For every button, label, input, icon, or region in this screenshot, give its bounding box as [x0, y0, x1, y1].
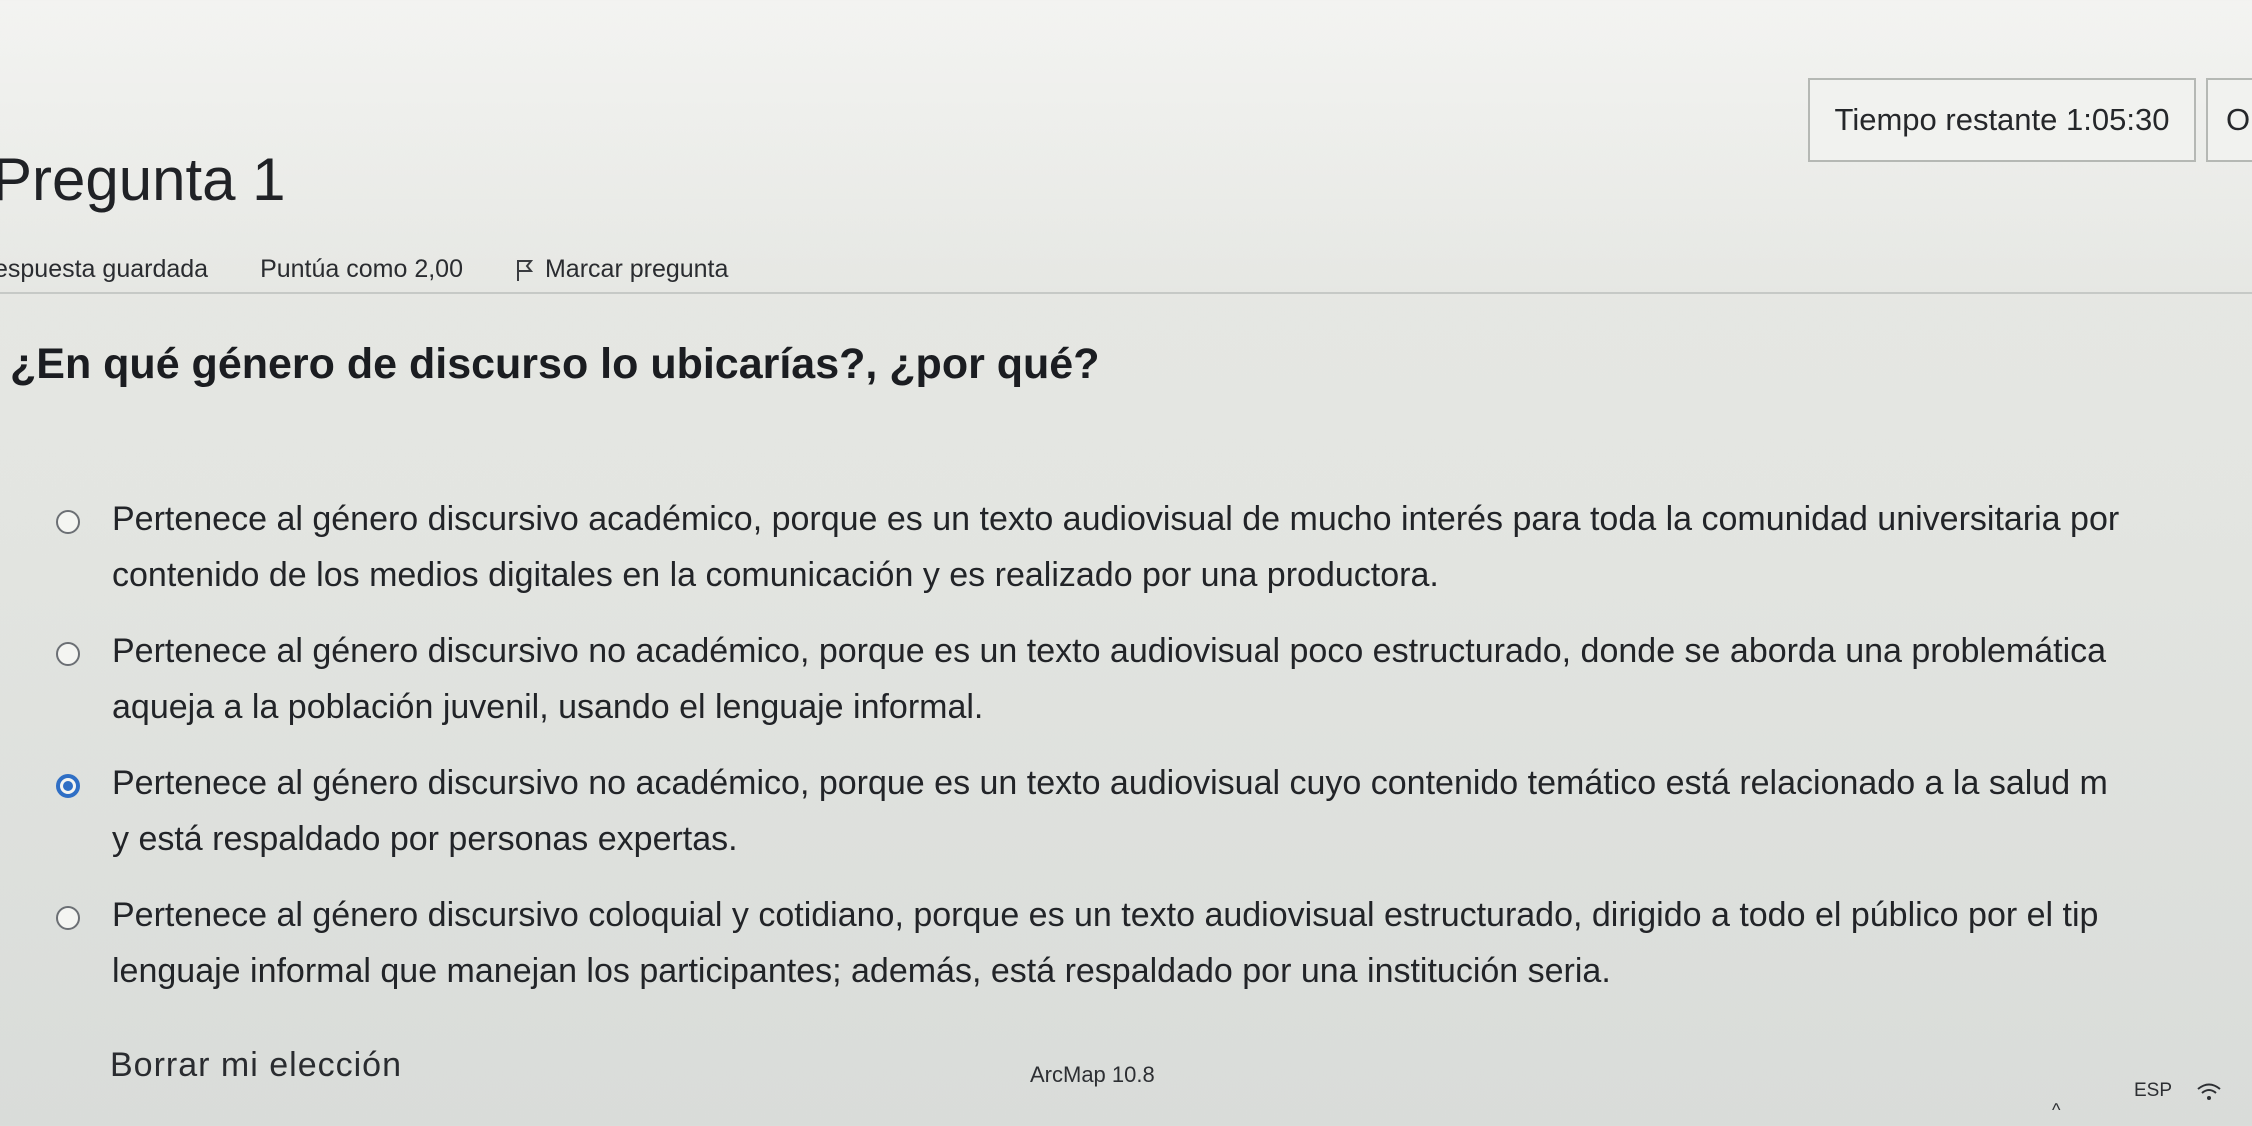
question-points: Puntúa como 2,00 [260, 255, 463, 283]
option-text-line: Pertenece al género discursivo no académ… [112, 632, 2107, 670]
timer-toggle-button[interactable]: O [2206, 78, 2252, 162]
option-text-line: Pertenece al género discursivo coloquial… [112, 896, 2099, 934]
chevron-up-icon[interactable]: ^ [2052, 1100, 2060, 1121]
flag-question-label: Marcar pregunta [544, 255, 729, 283]
question-prompt: ¿En qué género de discurso lo ubicarías?… [10, 340, 1100, 388]
answer-options: Pertenece al género discursivo académico… [56, 500, 2252, 1028]
answer-option[interactable]: Pertenece al género discursivo coloquial… [56, 896, 2252, 1028]
option-text-line: Pertenece al género discursivo académico… [112, 500, 2120, 538]
option-text-line: y está respaldado por personas expertas. [112, 820, 738, 858]
taskbar-tooltip: ArcMap 10.8 [1030, 1062, 1155, 1087]
question-title: Pregunta 1 [0, 146, 286, 213]
answer-option[interactable]: Pertenece al género discursivo académico… [56, 500, 2252, 632]
option-text-line: aqueja a la población juvenil, usando el… [112, 688, 984, 726]
time-remaining-box: Tiempo restante 1:05:30 [1808, 78, 2196, 162]
radio-button[interactable] [56, 906, 80, 930]
option-text-line: lenguaje informal que manejan los partic… [112, 952, 1611, 990]
radio-button[interactable] [56, 642, 80, 666]
flag-icon [516, 259, 533, 281]
option-text-line: Pertenece al género discursivo no académ… [112, 764, 2108, 802]
question-info-bar: espuesta guardada Puntúa como 2,00 Marca… [0, 255, 728, 284]
timer-toggle-label: O [2226, 102, 2251, 137]
clear-choice-link[interactable]: Borrar mi elección [110, 1046, 402, 1085]
flag-question-link[interactable]: Marcar pregunta [515, 255, 728, 284]
header-divider [0, 292, 2252, 294]
wifi-icon[interactable] [2196, 1082, 2222, 1102]
answer-option[interactable]: Pertenece al género discursivo no académ… [56, 632, 2252, 764]
language-indicator[interactable]: ESP [2134, 1080, 2172, 1102]
radio-button-selected[interactable] [56, 774, 80, 798]
answer-option[interactable]: Pertenece al género discursivo no académ… [56, 764, 2252, 896]
option-text-line: contenido de los medios digitales en la … [112, 556, 1439, 594]
time-remaining-label: Tiempo restante 1:05:30 [1834, 102, 2170, 137]
radio-button[interactable] [56, 510, 80, 534]
answer-status: espuesta guardada [0, 255, 209, 283]
